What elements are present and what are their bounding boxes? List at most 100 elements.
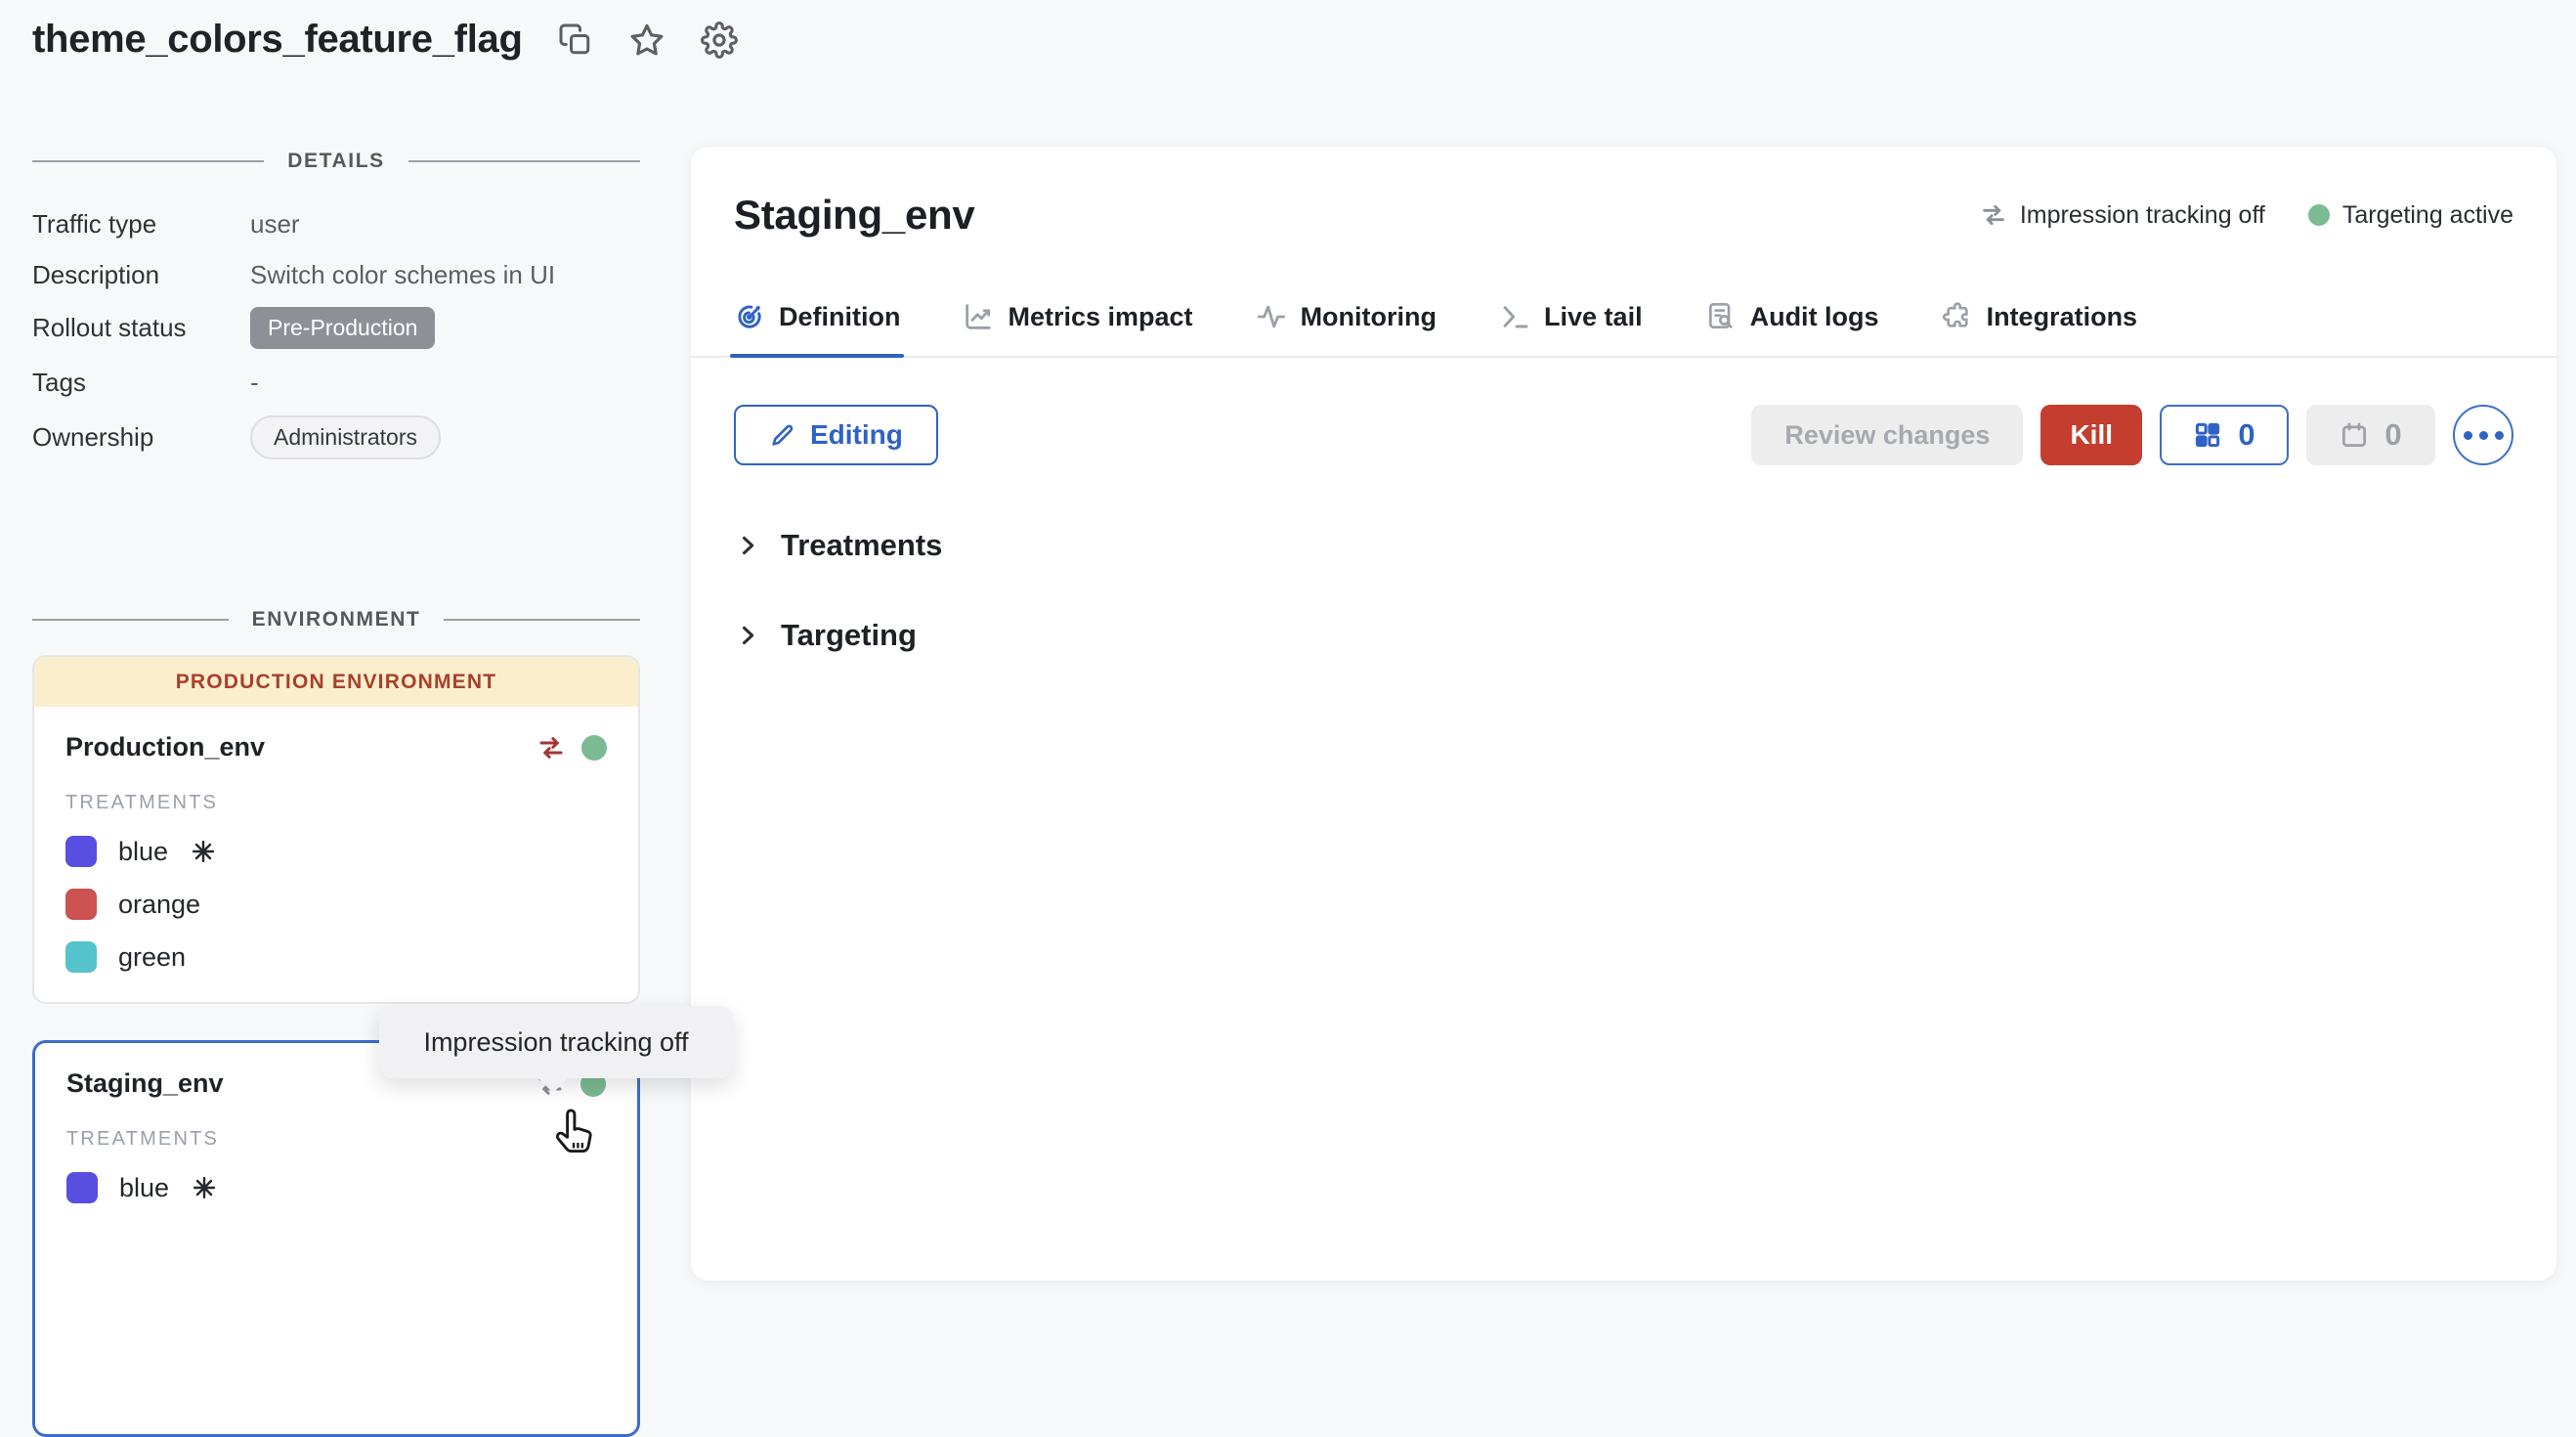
hand-cursor <box>549 1109 596 1159</box>
detail-row-ownership: Ownership Administrators <box>32 410 640 464</box>
treatment-name: blue <box>118 837 168 867</box>
status-list: Impression tracking off Targeting active <box>1980 201 2513 230</box>
details-section-header: DETAILS <box>32 150 640 173</box>
panel-header: Staging_env Impression tracking off Targ… <box>734 147 2513 239</box>
page-header: theme_colors_feature_flag <box>32 18 738 62</box>
section-label: Targeting <box>781 618 917 653</box>
scheduled-changes-button[interactable]: 0 <box>2306 405 2435 465</box>
pending-changes-button[interactable]: 0 <box>2160 405 2289 465</box>
environment-name: Production_env <box>65 732 265 762</box>
tab-bar: Definition Metrics impact Monitoring <box>691 301 2556 358</box>
green-dot <box>2308 204 2330 226</box>
scheduled-count: 0 <box>2384 417 2401 453</box>
document-search-icon <box>1705 301 1737 332</box>
treatment-swatch <box>65 836 97 867</box>
kill-button[interactable]: Kill <box>2040 405 2142 465</box>
terminal-icon <box>1499 301 1530 332</box>
tab-label: Integrations <box>1987 302 2138 332</box>
tab-audit-logs[interactable]: Audit logs <box>1705 301 1879 356</box>
production-environment-banner: PRODUCTION ENVIRONMENT <box>34 657 638 707</box>
target-pencil-icon <box>734 301 765 332</box>
detail-row-traffic-type: Traffic type user <box>32 198 640 249</box>
divider <box>32 619 229 621</box>
detail-row-tags: Tags - <box>32 355 640 410</box>
star-icon[interactable] <box>628 22 665 59</box>
treatments-label: TREATMENTS <box>65 792 607 814</box>
panel-title: Staging_env <box>734 192 974 239</box>
calendar-icon <box>2340 420 2369 450</box>
sidebar: DETAILS Traffic type user Description Sw… <box>32 127 640 1437</box>
environment-detail-panel: Staging_env Impression tracking off Targ… <box>691 147 2556 1281</box>
detail-value: user <box>250 209 640 240</box>
ownership-pill[interactable]: Administrators <box>250 415 441 459</box>
ellipsis-icon <box>2479 431 2488 440</box>
ellipsis-icon <box>2464 431 2472 440</box>
editing-button[interactable]: Editing <box>734 405 938 465</box>
swap-arrows-icon <box>1980 201 2007 229</box>
pencil-icon <box>769 421 796 449</box>
targeting-status: Targeting active <box>2308 201 2513 230</box>
detail-row-description: Description Switch color schemes in UI <box>32 249 640 300</box>
details-section-title: DETAILS <box>287 150 384 173</box>
page-title: theme_colors_feature_flag <box>32 18 523 62</box>
impression-tracking-icon[interactable] <box>537 733 566 762</box>
default-treatment-asterisk-icon <box>190 838 217 865</box>
treatment-name: orange <box>118 890 200 920</box>
targeting-section-toggle[interactable]: Targeting <box>734 618 2513 653</box>
tab-monitoring[interactable]: Monitoring <box>1256 301 1437 356</box>
divider <box>444 619 640 621</box>
treatment-row: green <box>65 941 607 973</box>
editing-label: Editing <box>810 419 903 451</box>
environment-section-header: ENVIRONMENT <box>32 608 640 631</box>
detail-value: - <box>250 368 640 398</box>
environment-card-staging[interactable]: Staging_env TREATMENTS blue <box>32 1040 640 1437</box>
default-treatment-asterisk-icon <box>191 1174 218 1201</box>
puzzle-icon <box>1942 301 1973 332</box>
detail-label: Description <box>32 260 250 290</box>
tab-live-tail[interactable]: Live tail <box>1499 301 1643 356</box>
status-label: Impression tracking off <box>2020 201 2265 230</box>
detail-label: Traffic type <box>32 209 250 240</box>
tab-label: Live tail <box>1544 302 1643 332</box>
ellipsis-icon <box>2495 431 2504 440</box>
treatment-swatch <box>65 941 97 973</box>
status-label: Targeting active <box>2342 201 2513 230</box>
environment-card-production[interactable]: PRODUCTION ENVIRONMENT Production_env TR… <box>32 655 640 1004</box>
treatment-name: green <box>118 942 186 973</box>
detail-value: Switch color schemes in UI <box>250 260 640 290</box>
section-label: Treatments <box>781 528 942 563</box>
treatment-swatch <box>65 889 97 920</box>
tab-integrations[interactable]: Integrations <box>1942 301 2138 356</box>
divider <box>408 160 640 162</box>
environment-section-title: ENVIRONMENT <box>252 608 421 631</box>
divider <box>32 160 264 162</box>
more-actions-button[interactable] <box>2453 405 2513 465</box>
tab-label: Definition <box>779 302 900 332</box>
tab-label: Audit logs <box>1750 302 1879 332</box>
copy-icon[interactable] <box>558 22 593 58</box>
treatments-section-toggle[interactable]: Treatments <box>734 528 2513 563</box>
tab-metrics-impact[interactable]: Metrics impact <box>963 301 1192 356</box>
details-rows: Traffic type user Description Switch col… <box>32 198 640 464</box>
review-changes-button[interactable]: Review changes <box>1751 405 2023 465</box>
treatments-label: TREATMENTS <box>66 1128 606 1151</box>
tab-label: Monitoring <box>1301 302 1437 332</box>
detail-label: Rollout status <box>32 313 250 343</box>
rollout-status-badge: Pre-Production <box>250 307 435 349</box>
targeting-active-dot <box>581 735 607 761</box>
line-chart-icon <box>963 301 994 332</box>
detail-row-rollout-status: Rollout status Pre-Production <box>32 300 640 355</box>
detail-label: Tags <box>32 368 250 398</box>
impression-tracking-status: Impression tracking off <box>1980 201 2265 230</box>
gear-icon[interactable] <box>701 22 738 59</box>
treatment-name: blue <box>119 1173 169 1203</box>
pending-count: 0 <box>2238 417 2254 453</box>
tab-definition[interactable]: Definition <box>734 301 900 356</box>
treatment-row: blue <box>66 1172 606 1203</box>
pulse-icon <box>1256 301 1287 332</box>
detail-label: Ownership <box>32 422 250 453</box>
impression-tracking-tooltip: Impression tracking off <box>379 1006 733 1078</box>
chevron-right-icon <box>734 622 761 649</box>
grid-icon <box>2193 420 2222 450</box>
chevron-right-icon <box>734 532 761 559</box>
